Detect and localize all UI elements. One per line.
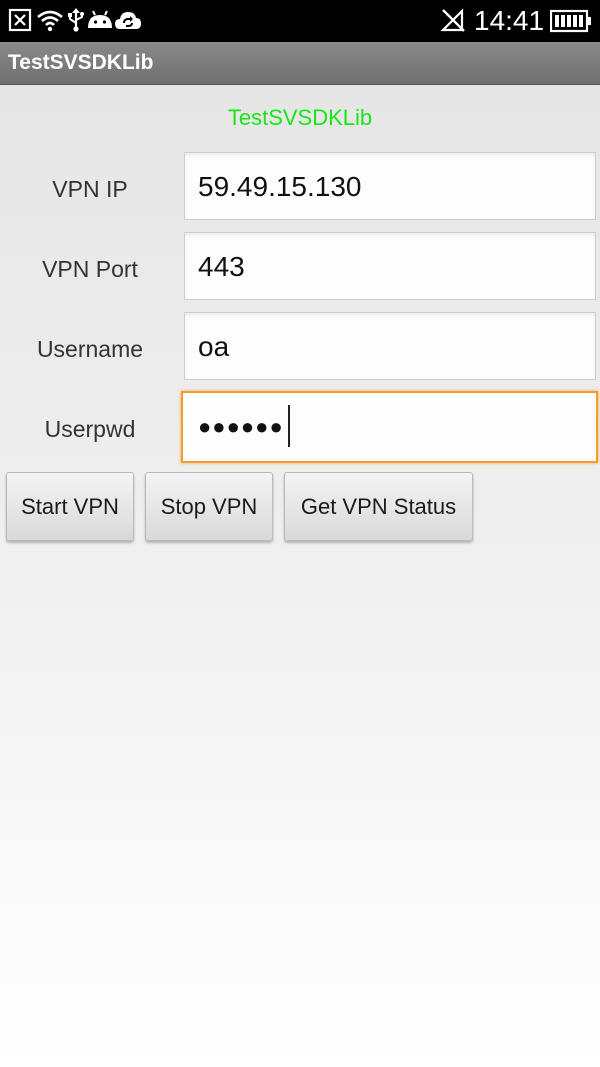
username-value: oa [198,331,230,362]
stop-vpn-button[interactable]: Stop VPN [145,472,273,541]
signal-muted-icon [440,8,465,32]
vpn-ip-input[interactable]: 59.49.15.130 [184,152,596,220]
userpwd-input[interactable]: ●●●●●● [181,391,598,463]
sync-cloud-icon [115,12,141,29]
app-title: TestSVSDKLib [8,51,154,74]
app-title-bar: TestSVSDKLib [0,42,600,85]
app-heading: TestSVSDKLib [227,105,373,130]
userpwd-label: Userpwd [44,416,136,442]
text-caret [288,405,290,447]
username-input[interactable]: oa [184,312,596,380]
username-label: Username [36,336,144,362]
close-box-icon [8,8,32,32]
userpwd-value: ●●●●●● [198,414,284,439]
usb-icon [68,8,84,32]
status-bar: 14:41 [0,0,600,42]
status-time: 14:41 [474,5,545,36]
vpn-ip-value: 59.49.15.130 [198,171,362,202]
start-vpn-button[interactable]: Start VPN [6,472,134,541]
vpn-port-value: 443 [198,251,245,282]
vpn-port-label: VPN Port [42,256,138,282]
main-content: TestSVSDKLib VPN IP 59.49.15.130 VPN Por… [0,85,600,1067]
vpn-port-input[interactable]: 443 [184,232,596,300]
vpn-ip-label: VPN IP [52,176,128,202]
battery-icon [550,9,591,33]
wifi-icon [37,10,63,32]
get-vpn-status-button[interactable]: Get VPN Status [284,472,473,541]
android-icon [88,10,112,28]
